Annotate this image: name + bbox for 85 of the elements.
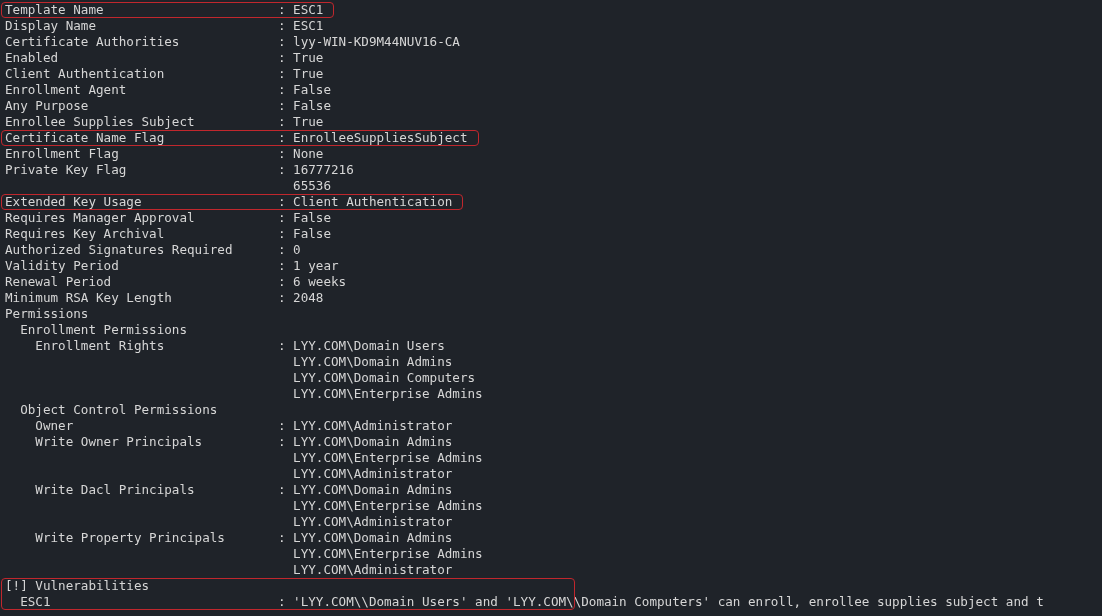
field-value: False <box>293 211 332 225</box>
separator: : <box>277 3 287 17</box>
separator: : <box>277 131 287 145</box>
field-value: lyy-WIN-KD9M44NUV16-CA <box>293 35 460 49</box>
field-value: Client Authentication <box>293 195 453 209</box>
field-label: Write Owner Principals <box>35 435 204 449</box>
separator: : <box>277 595 287 609</box>
separator: : <box>277 291 287 305</box>
separator: : <box>277 163 287 177</box>
field-value: 65536 <box>293 179 332 193</box>
field-value: LYY.COM\Domain Admins <box>293 483 453 497</box>
field-label: ESC1 <box>20 595 52 609</box>
field-value: None <box>293 147 324 161</box>
field-value: LYY.COM\Domain Computers <box>293 371 476 385</box>
field-value: 6 weeks <box>293 275 347 289</box>
field-label: Enrollment Agent <box>5 83 128 97</box>
separator: : <box>277 339 287 353</box>
separator: : <box>277 19 287 33</box>
field-value: LYY.COM\Administrator <box>293 467 453 481</box>
separator: : <box>277 99 287 113</box>
field-value: False <box>293 83 332 97</box>
field-label: Write Property Principals <box>35 531 226 545</box>
field-value: LYY.COM\Domain Users <box>293 339 445 353</box>
field-value: LYY.COM\Enterprise Admins <box>293 547 483 561</box>
field-value: False <box>293 227 332 241</box>
separator: : <box>277 259 287 273</box>
field-value: LYY.COM\Administrator <box>293 563 453 577</box>
field-label: Enrollment Permissions <box>20 323 188 337</box>
separator: : <box>277 435 287 449</box>
field-label: Requires Key Archival <box>5 227 166 241</box>
field-label: Permissions <box>5 307 90 321</box>
field-label: Certificate Name Flag <box>5 131 166 145</box>
separator: : <box>277 35 287 49</box>
field-value: 2048 <box>293 291 324 305</box>
field-value: LYY.COM\Administrator <box>293 419 453 433</box>
field-value: LYY.COM\Domain Admins <box>293 531 453 545</box>
field-label: Renewal Period <box>5 275 113 289</box>
field-label: Client Authentication <box>5 67 166 81</box>
separator: : <box>277 51 287 65</box>
separator: : <box>277 147 287 161</box>
field-value: True <box>293 51 324 65</box>
field-label: Requires Manager Approval <box>5 211 196 225</box>
field-label: Private Key Flag <box>5 163 128 177</box>
field-label: Certificate Authorities <box>5 35 181 49</box>
field-label: Validity Period <box>5 259 120 273</box>
separator: : <box>277 83 287 97</box>
field-value: LYY.COM\Domain Admins <box>293 355 453 369</box>
field-value: 1 year <box>293 259 339 273</box>
separator: : <box>277 243 287 257</box>
field-label: Any Purpose <box>5 99 90 113</box>
field-label: Enrollment Flag <box>5 147 120 161</box>
field-value: True <box>293 115 324 129</box>
field-label: Display Name <box>5 19 97 33</box>
field-label: Object Control Permissions <box>20 403 219 417</box>
section-heading: [!] Vulnerabilities <box>5 579 151 593</box>
separator: : <box>277 67 287 81</box>
separator: : <box>277 211 287 225</box>
field-value: ESC1 <box>293 3 324 17</box>
field-label: Template Name <box>5 3 105 17</box>
separator: : <box>277 483 287 497</box>
separator: : <box>277 275 287 289</box>
field-label: Minimum RSA Key Length <box>5 291 173 305</box>
field-value: LYY.COM\Domain Admins <box>293 435 453 449</box>
field-value: ESC1 <box>293 19 324 33</box>
field-value: LYY.COM\Enterprise Admins <box>293 499 483 513</box>
field-value: LYY.COM\Enterprise Admins <box>293 387 483 401</box>
field-value: True <box>293 67 324 81</box>
field-value: LYY.COM\Enterprise Admins <box>293 451 483 465</box>
field-value: EnrolleeSuppliesSubject <box>293 131 468 145</box>
field-label: Authorized Signatures Required <box>5 243 234 257</box>
field-value: 16777216 <box>293 163 354 177</box>
separator: : <box>277 195 287 209</box>
field-label: Enrollee Supplies Subject <box>5 115 196 129</box>
separator: : <box>277 531 287 545</box>
field-label: Enabled <box>5 51 60 65</box>
separator: : <box>277 227 287 241</box>
separator: : <box>277 115 287 129</box>
field-value: False <box>293 99 332 113</box>
field-label: Extended Key Usage <box>5 195 143 209</box>
separator: : <box>277 419 287 433</box>
field-value: LYY.COM\Administrator <box>293 515 453 529</box>
field-label: Write Dacl Principals <box>35 483 196 497</box>
field-value: 0 <box>293 243 301 257</box>
field-label: Owner <box>35 419 75 433</box>
field-label: Enrollment Rights <box>35 339 166 353</box>
